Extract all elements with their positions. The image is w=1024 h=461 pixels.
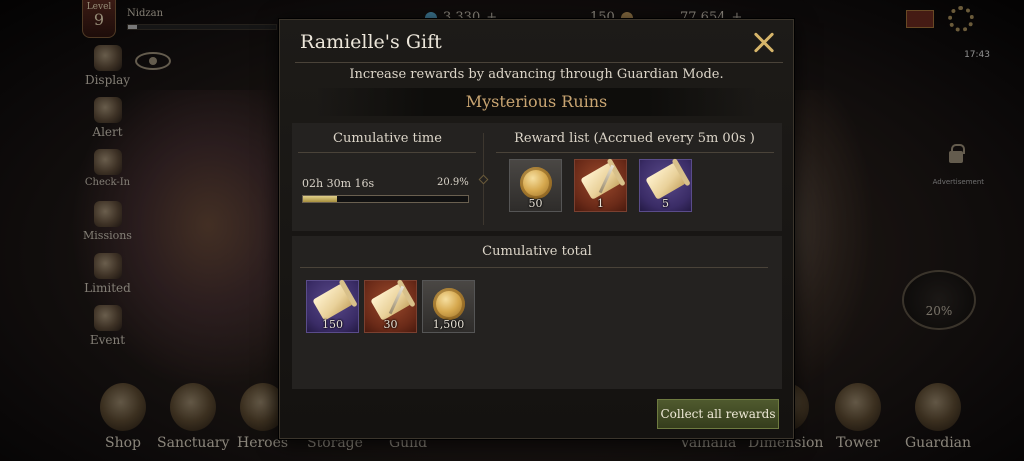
cumulative-total-panel: Cumulative total 150 30 1,500	[292, 236, 782, 389]
gold-coin-icon	[520, 167, 552, 199]
gold-coin-icon	[433, 288, 465, 320]
reward-item-scroll[interactable]: 5	[639, 159, 692, 212]
total-item-gold[interactable]: 1,500	[422, 280, 475, 333]
stage-name: Mysterious Ruins	[316, 88, 757, 116]
cumulative-total-divider	[300, 267, 768, 268]
scroll-icon	[645, 162, 687, 200]
scroll-icon	[312, 283, 354, 321]
total-item-qty: 30	[383, 318, 398, 331]
cumulative-total-items: 150 30 1,500	[306, 280, 475, 333]
cumulative-time-value: 02h 30m 16s	[302, 177, 375, 190]
scroll-icon	[580, 162, 622, 200]
scroll-icon	[370, 283, 412, 321]
collect-all-rewards-button[interactable]: Collect all rewards	[657, 399, 779, 429]
dialog-title: Ramielle's Gift	[300, 31, 442, 53]
ramielles-gift-dialog: Ramielle's Gift Increase rewards by adva…	[279, 19, 794, 439]
reward-item-qty: 50	[528, 197, 543, 210]
title-divider	[295, 62, 783, 63]
cumulative-time-divider	[298, 152, 476, 153]
total-item-qty: 1,500	[432, 318, 465, 331]
total-item-scroll[interactable]: 150	[306, 280, 359, 333]
reward-item-qty: 1	[597, 197, 604, 210]
total-item-qty: 150	[322, 318, 343, 331]
close-icon[interactable]	[749, 28, 779, 58]
cumulative-time-title: Cumulative time	[333, 131, 442, 146]
cumulative-time-progress-bar	[302, 195, 469, 203]
reward-list-title: Reward list (Accrued every 5m 00s )	[514, 131, 755, 146]
total-item-scroll-quill[interactable]: 30	[364, 280, 417, 333]
reward-item-qty: 5	[662, 197, 669, 210]
reward-item-gold[interactable]: 50	[509, 159, 562, 212]
dialog-subtitle: Increase rewards by advancing through Gu…	[349, 67, 724, 82]
reward-list-divider	[496, 152, 774, 153]
reward-item-scroll-quill[interactable]: 1	[574, 159, 627, 212]
divider-ornament	[478, 174, 489, 185]
cumulative-time-percent: 20.9%	[437, 177, 469, 188]
rewards-summary-panel: Cumulative time 02h 30m 16s 20.9% Reward…	[292, 123, 782, 231]
cumulative-total-title: Cumulative total	[482, 244, 592, 259]
reward-list-items: 50 1 5	[509, 159, 692, 212]
